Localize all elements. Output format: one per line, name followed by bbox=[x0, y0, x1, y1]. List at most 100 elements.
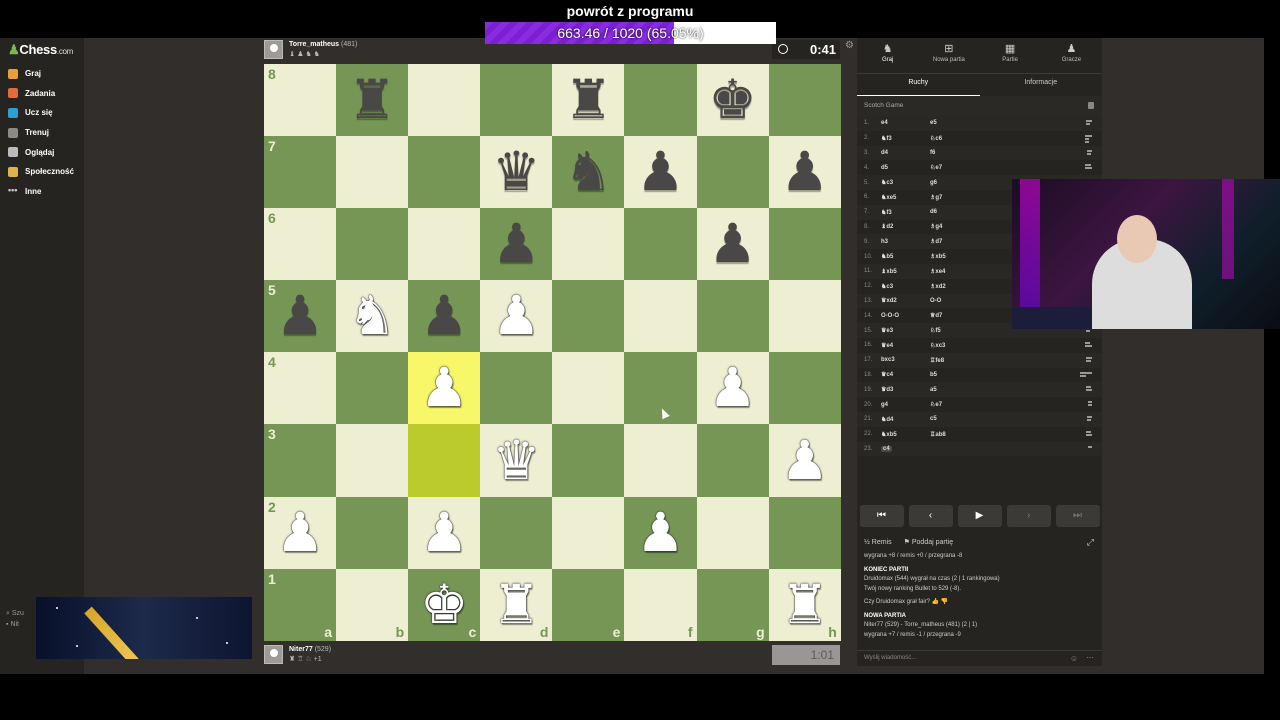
black-move[interactable]: e5 bbox=[930, 120, 1010, 126]
square-g7[interactable] bbox=[696, 136, 769, 209]
first-move-button[interactable]: ⏮ bbox=[859, 505, 904, 527]
black-move[interactable]: O-O bbox=[930, 298, 1010, 304]
sidebar-item-zadania[interactable]: Zadania bbox=[0, 84, 84, 104]
square-d8[interactable] bbox=[480, 64, 553, 137]
white-move[interactable]: ♞f3 bbox=[881, 135, 930, 142]
opponent-name[interactable]: Torre_matheus (481) bbox=[289, 41, 357, 48]
square-a6[interactable]: 6 bbox=[264, 208, 337, 281]
black-knight-icon[interactable]: ♞ bbox=[564, 145, 612, 199]
square-e3[interactable] bbox=[552, 424, 625, 497]
white-move[interactable]: g4 bbox=[881, 402, 930, 408]
black-move[interactable]: ♕d7 bbox=[930, 312, 1010, 319]
thumbs-down-icon[interactable]: 👎 bbox=[941, 599, 948, 605]
square-e1[interactable]: e bbox=[552, 568, 625, 641]
black-move[interactable]: ♗g4 bbox=[930, 223, 1010, 230]
sidebar-item-graj[interactable]: Graj bbox=[0, 64, 84, 84]
white-move[interactable]: d4 bbox=[881, 150, 930, 156]
black-move[interactable]: a5 bbox=[930, 387, 1010, 393]
white-rook-icon[interactable]: ♜ bbox=[780, 577, 828, 632]
sidebar-item-spolecznosc[interactable]: Społeczność bbox=[0, 162, 84, 182]
square-a1[interactable]: 1a bbox=[264, 568, 337, 641]
white-move[interactable]: ♞f3 bbox=[881, 209, 930, 216]
square-e7[interactable]: ♞ bbox=[552, 136, 625, 209]
square-h4[interactable] bbox=[768, 352, 841, 425]
square-g5[interactable] bbox=[696, 280, 769, 353]
emoji-icon[interactable]: ☺ bbox=[1070, 654, 1078, 663]
white-knight-icon[interactable]: ♞ bbox=[348, 289, 396, 343]
white-move[interactable]: c4 bbox=[881, 445, 930, 452]
square-d4[interactable] bbox=[480, 352, 553, 425]
square-b1[interactable]: b bbox=[336, 568, 409, 641]
white-move[interactable]: ♝d2 bbox=[881, 223, 930, 230]
square-g3[interactable] bbox=[696, 424, 769, 497]
black-move[interactable]: ♗xd2 bbox=[930, 283, 1010, 290]
black-move[interactable]: c5 bbox=[930, 416, 1010, 422]
white-move[interactable]: h3 bbox=[881, 239, 930, 245]
square-c7[interactable] bbox=[408, 136, 481, 209]
last-move-button[interactable]: ⏭ bbox=[1055, 505, 1100, 527]
square-d1[interactable]: d ♜ bbox=[480, 568, 553, 641]
white-move[interactable]: ♞xb5 bbox=[881, 431, 930, 438]
square-c5[interactable]: ♟ bbox=[408, 280, 481, 353]
black-move[interactable]: ♘e7 bbox=[930, 164, 1010, 171]
square-h3[interactable]: ♟ bbox=[768, 424, 841, 497]
sidebar-item-ucz-sie[interactable]: Ucz się bbox=[0, 103, 84, 123]
square-e8[interactable]: ♜ bbox=[552, 64, 625, 137]
white-move[interactable]: ♞c3 bbox=[881, 179, 930, 186]
player-name[interactable]: Niter77 (529) bbox=[289, 646, 331, 653]
square-a3[interactable]: 3 bbox=[264, 424, 337, 497]
square-a8[interactable]: 8 bbox=[264, 64, 337, 137]
white-move[interactable]: O-O-O bbox=[881, 313, 930, 319]
resign-button[interactable]: ⚑ Poddaj partię bbox=[904, 538, 954, 546]
white-pawn-icon[interactable]: ♟ bbox=[780, 433, 828, 488]
square-c6[interactable] bbox=[408, 208, 481, 281]
square-f7[interactable]: ♟ bbox=[624, 136, 697, 209]
tab-gracze[interactable]: ♟ Gracze bbox=[1041, 38, 1102, 73]
white-move[interactable]: bxc3 bbox=[881, 357, 930, 363]
white-move[interactable]: ♛e4 bbox=[881, 342, 930, 349]
white-pawn-icon[interactable]: ♟ bbox=[492, 289, 540, 343]
square-c2[interactable]: ♟ bbox=[408, 496, 481, 569]
chat-input[interactable]: Wyślij wiadomość... ☺ ⋯ bbox=[857, 650, 1102, 666]
square-a2[interactable]: 2 ♟ bbox=[264, 496, 337, 569]
square-c1[interactable]: c ♚ bbox=[408, 568, 481, 641]
black-pawn-icon[interactable]: ♟ bbox=[636, 145, 684, 199]
black-pawn-icon[interactable]: ♟ bbox=[420, 289, 468, 343]
white-move[interactable]: ♞b5 bbox=[881, 253, 930, 260]
square-g2[interactable] bbox=[696, 496, 769, 569]
white-move[interactable]: ♛xd2 bbox=[881, 297, 930, 304]
square-d7[interactable]: ♛ bbox=[480, 136, 553, 209]
sidebar-item-trenuj[interactable]: Trenuj bbox=[0, 123, 84, 143]
black-move[interactable]: f6 bbox=[930, 150, 1010, 156]
white-move[interactable]: ♝xb5 bbox=[881, 268, 930, 275]
chess-logo[interactable]: ♟Chess.com bbox=[8, 42, 73, 58]
white-move[interactable]: ♞d4 bbox=[881, 416, 930, 423]
black-move[interactable]: ♖fe8 bbox=[930, 357, 1010, 364]
prev-move-button[interactable]: ‹ bbox=[908, 505, 953, 527]
square-h7[interactable]: ♟ bbox=[768, 136, 841, 209]
black-move[interactable]: ♗xb5 bbox=[930, 253, 1010, 260]
square-b8[interactable]: ♜ bbox=[336, 64, 409, 137]
thumbs-up-icon[interactable]: 👍 bbox=[932, 599, 939, 605]
square-g8[interactable]: ♚ bbox=[696, 64, 769, 137]
black-move[interactable]: ♘f5 bbox=[930, 327, 1010, 334]
square-g6[interactable]: ♟ bbox=[696, 208, 769, 281]
avatar[interactable] bbox=[264, 40, 283, 59]
black-move[interactable]: b5 bbox=[930, 372, 1010, 378]
square-g1[interactable]: g bbox=[696, 568, 769, 641]
sidebar-user[interactable]: ▪ Nit bbox=[6, 619, 24, 630]
black-move[interactable]: ♘xc3 bbox=[930, 342, 1010, 349]
black-queen-icon[interactable]: ♛ bbox=[492, 145, 540, 199]
square-g4[interactable]: ♟ bbox=[696, 352, 769, 425]
black-move[interactable]: ♖ab8 bbox=[930, 431, 1010, 438]
black-king-icon[interactable]: ♚ bbox=[708, 73, 756, 127]
next-move-button[interactable]: › bbox=[1006, 505, 1051, 527]
square-b7[interactable] bbox=[336, 136, 409, 209]
tab-ruchy[interactable]: Ruchy bbox=[857, 74, 980, 96]
square-h6[interactable] bbox=[768, 208, 841, 281]
white-pawn-icon[interactable]: ♟ bbox=[276, 505, 324, 560]
square-h8[interactable] bbox=[768, 64, 841, 137]
white-move[interactable]: ♛e3 bbox=[881, 327, 930, 334]
black-pawn-icon[interactable]: ♟ bbox=[492, 217, 540, 271]
square-b6[interactable] bbox=[336, 208, 409, 281]
